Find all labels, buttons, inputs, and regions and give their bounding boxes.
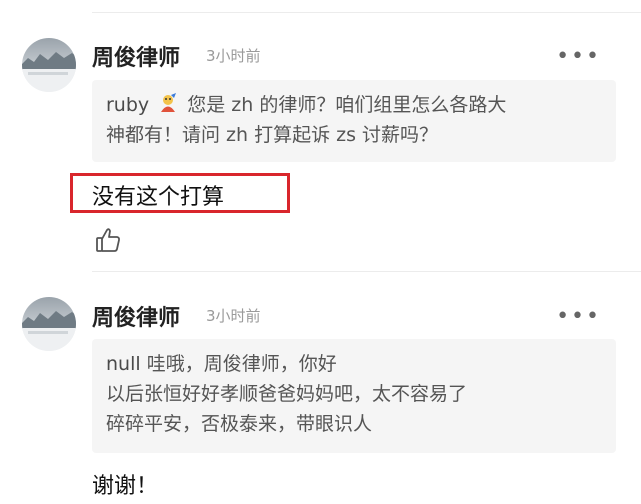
reply-text: 没有这个打算 — [92, 185, 225, 210]
quote-line: ruby 您是 zh 的律师？咱们组里怎么各路大 — [106, 90, 602, 120]
top-divider — [92, 12, 641, 13]
quote-line: null 哇哦，周俊律师，你好 — [106, 349, 602, 379]
quote-text: 碎碎平安，否极泰来，带眼识人 — [106, 413, 373, 435]
quoted-comment[interactable]: ruby 您是 zh 的律师？咱们组里怎么各路大 神都有！请问 zh 打算起诉 … — [92, 80, 616, 162]
more-options-button[interactable]: ••• — [556, 306, 601, 328]
quoted-comment[interactable]: null 哇哦，周俊律师，你好 以后张恒好好孝顺爸爸妈妈吧，太不容易了 碎碎平安… — [92, 339, 616, 453]
comment-author[interactable]: 周俊律师 — [92, 40, 180, 72]
avatar[interactable] — [22, 38, 76, 92]
reply-text: 谢谢！ — [92, 474, 159, 499]
quote-text: 神都有！请问 zh 打算起诉 zs 讨薪吗？ — [106, 124, 439, 146]
quote-text: 以后张恒好好孝顺爸爸妈妈吧，太不容易了 — [106, 383, 468, 405]
mascot-badge-icon — [157, 92, 179, 114]
more-options-button[interactable]: ••• — [556, 46, 601, 68]
comment-time: 3小时前 — [206, 307, 261, 325]
avatar[interactable] — [22, 297, 76, 351]
comment-author[interactable]: 周俊律师 — [92, 300, 180, 332]
quote-text: 哇哦，周俊律师，你好 — [146, 353, 337, 375]
comment-divider — [92, 271, 641, 272]
comment-time: 3小时前 — [206, 47, 261, 65]
quote-text: 您是 zh 的律师？咱们组里怎么各路大 — [187, 94, 507, 116]
quote-username[interactable]: null — [106, 353, 141, 375]
quote-username[interactable]: ruby — [106, 94, 149, 116]
thumbs-up-icon[interactable] — [94, 226, 122, 254]
